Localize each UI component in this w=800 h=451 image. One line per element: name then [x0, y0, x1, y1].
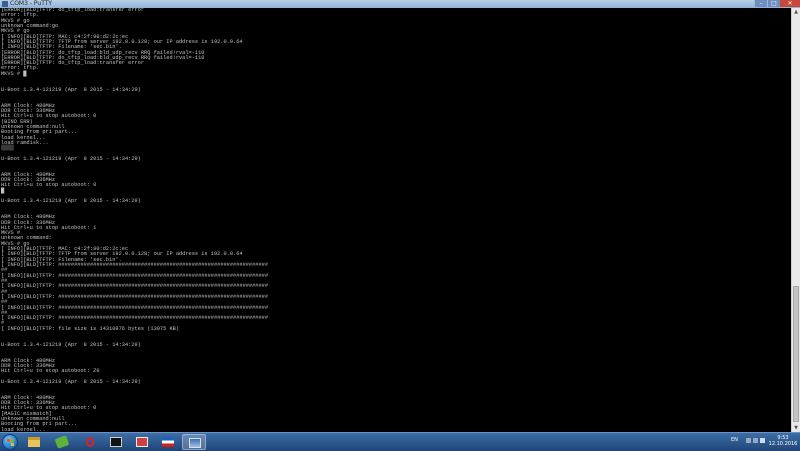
maximize-button[interactable]: □ [767, 0, 780, 7]
tray-arrow-icon[interactable] [746, 438, 751, 443]
clock[interactable]: 9:53 12.10.2016 [768, 435, 798, 447]
flag-tool-icon [162, 437, 174, 447]
putty-app-icon[interactable] [2, 1, 8, 7]
clock-date: 12.10.2016 [768, 441, 798, 447]
window-title: COM3 - PuTTY [10, 0, 53, 7]
taskbar-network-button[interactable] [130, 434, 154, 450]
taskbar-putty-button[interactable] [182, 434, 206, 450]
scroll-up-arrow-icon[interactable]: ▲ [792, 8, 800, 16]
volume-tray-icon[interactable] [760, 438, 765, 443]
language-indicator[interactable]: EN [731, 437, 738, 443]
minimize-button[interactable]: – [754, 0, 767, 7]
taskbar-explorer-button[interactable] [22, 434, 46, 450]
network-tray-icon[interactable] [753, 438, 758, 443]
vertical-scrollbar[interactable]: ▲ ▼ [791, 8, 800, 432]
taskbar-tool-button[interactable] [156, 434, 180, 450]
windows-logo-icon [7, 439, 14, 446]
terminal-output[interactable]: [ERROR][BLD]TFTP: do_tftp_load:transfer … [0, 8, 791, 432]
terminal-text: [ERROR][BLD]TFTP: do_tftp_load:transfer … [0, 8, 791, 432]
opera-icon [86, 437, 94, 447]
network-manager-icon [136, 437, 148, 447]
taskbar: EN 9:53 12.10.2016 [0, 432, 800, 451]
taskbar-app-button[interactable] [50, 434, 74, 450]
taskbar-cmd-button[interactable] [104, 434, 128, 450]
console-icon [110, 437, 122, 447]
scrollbar-thumb[interactable] [793, 286, 799, 422]
putty-icon [189, 438, 201, 448]
window-controls: – □ ✕ [754, 0, 800, 8]
start-button[interactable] [2, 434, 18, 450]
scroll-down-arrow-icon[interactable]: ▼ [792, 424, 800, 432]
green-leaf-icon [54, 435, 70, 449]
close-button[interactable]: ✕ [780, 0, 800, 7]
folder-icon [28, 437, 40, 447]
taskbar-opera-button[interactable] [78, 434, 102, 450]
